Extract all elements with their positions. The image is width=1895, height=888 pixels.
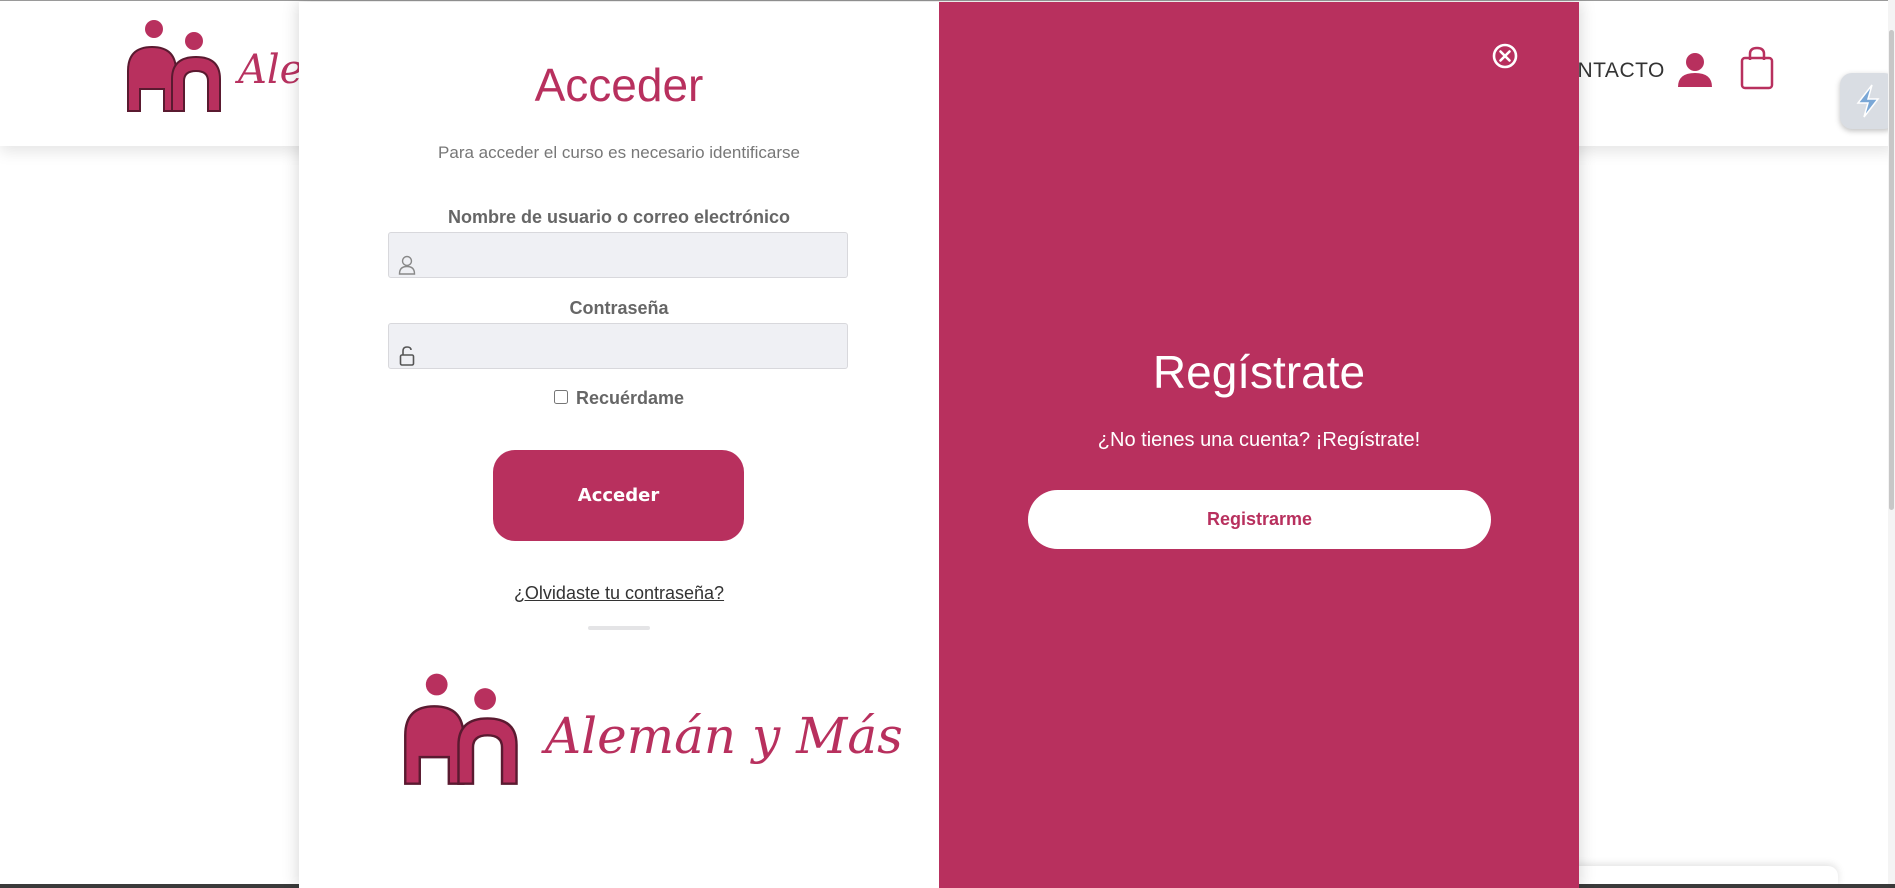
divider (588, 626, 650, 630)
footer-logo-icon (404, 673, 518, 785)
lock-open-icon (399, 346, 415, 366)
password-label: Contraseña (569, 298, 669, 318)
remember-checkbox[interactable] (554, 390, 568, 404)
register-button[interactable]: Registrarme (1028, 490, 1491, 549)
username-field-box[interactable] (388, 232, 848, 279)
page-scrollbar[interactable] (1888, 0, 1895, 888)
user-icon[interactable] (1676, 51, 1714, 89)
username-input[interactable] (427, 233, 841, 279)
shopping-bag-icon[interactable] (1740, 46, 1774, 90)
login-panel: Acceder Para acceder el curso es necesar… (299, 2, 939, 888)
password-field-box[interactable] (388, 323, 848, 370)
password-input[interactable] (427, 324, 841, 370)
username-label: Nombre de usuario o correo electrónico (447, 207, 791, 227)
footer-logo-text: Alemán y Más (545, 707, 903, 765)
close-circle-icon[interactable] (1491, 42, 1519, 70)
login-register-modal: Acceder Para acceder el curso es necesar… (299, 2, 1579, 888)
forgot-password-link[interactable]: ¿Olvidaste tu contraseña? (299, 583, 939, 604)
scrollbar-thumb[interactable] (1889, 30, 1894, 510)
login-subtitle: Para acceder el curso es necesario ident… (438, 143, 800, 162)
register-panel: Regístrate ¿No tienes una cuenta? ¡Regís… (939, 2, 1579, 888)
remember-label[interactable]: Recuérdame (576, 388, 684, 409)
lightning-extension-icon[interactable] (1840, 73, 1895, 129)
login-submit-button[interactable]: Acceder (493, 450, 744, 541)
register-subtitle: ¿No tienes una cuenta? ¡Regístrate! (1097, 429, 1421, 451)
register-title: Regístrate (1152, 346, 1366, 398)
site-logo-icon[interactable] (122, 19, 227, 115)
login-title: Acceder (534, 59, 704, 111)
user-outline-icon (398, 255, 416, 275)
